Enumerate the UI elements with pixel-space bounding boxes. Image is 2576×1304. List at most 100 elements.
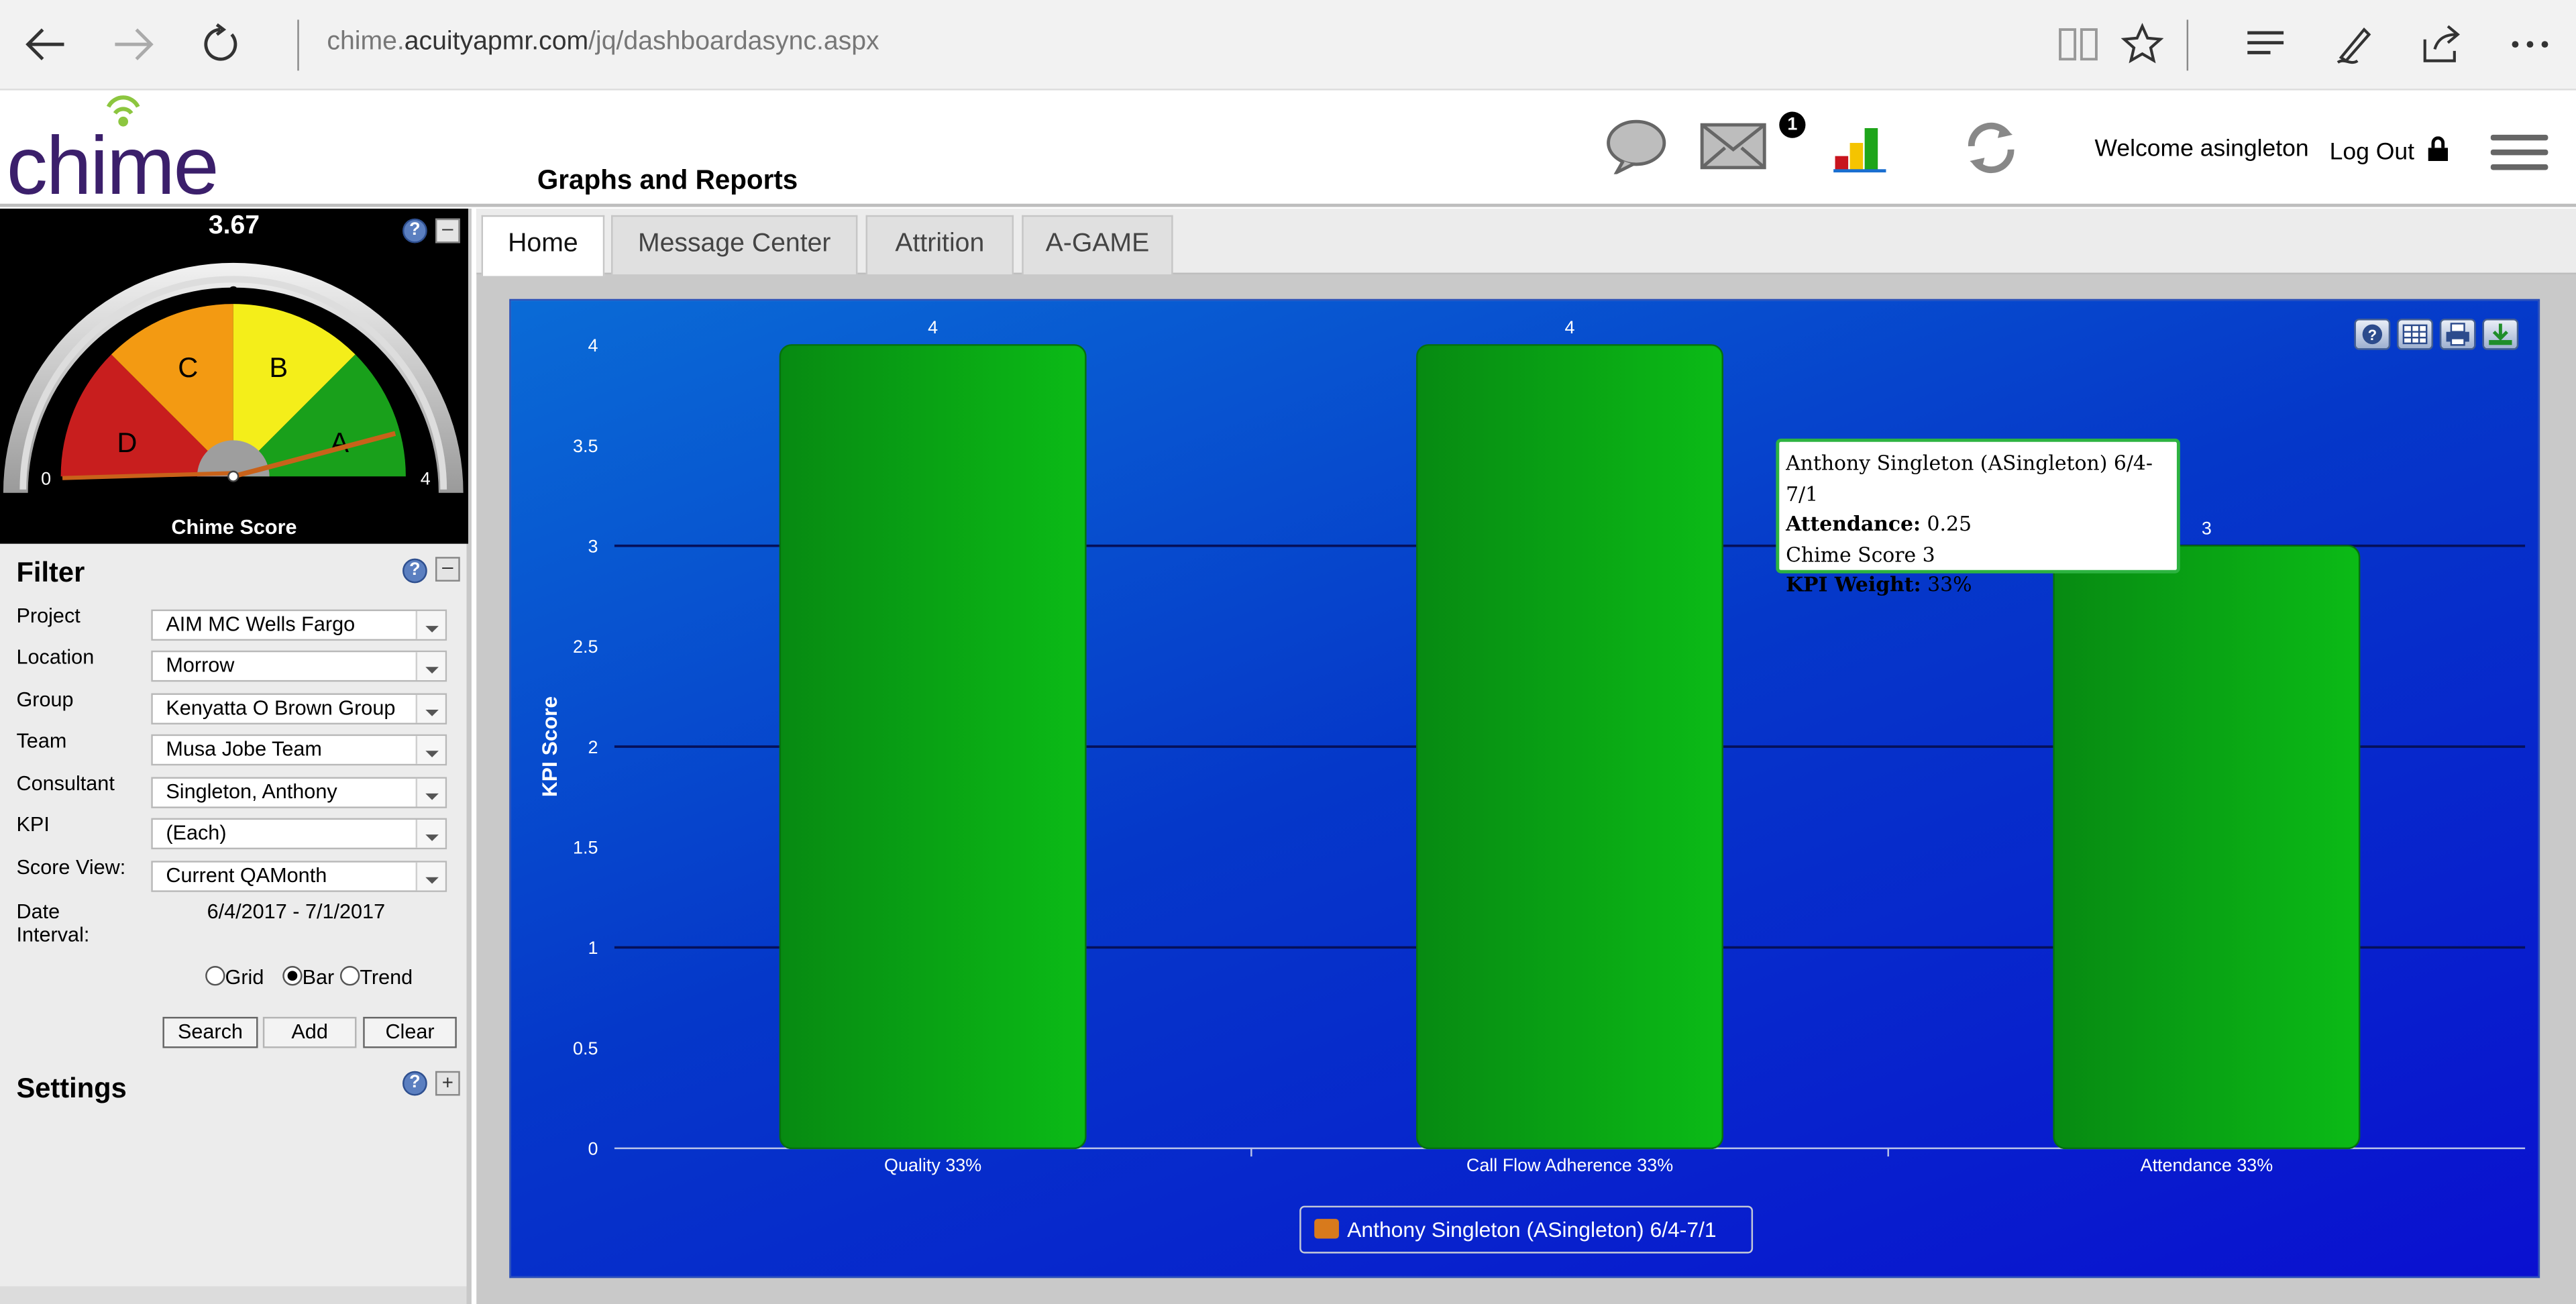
filter-title: Filter [16, 557, 85, 588]
chat-icon[interactable] [1603, 118, 1669, 174]
project-label: Project [16, 604, 80, 628]
chime-logo[interactable]: chime [7, 125, 219, 207]
view-grid-option[interactable]: Grid [205, 966, 264, 989]
project-select[interactable]: AIM MC Wells Fargo [151, 609, 447, 641]
gauge-dial: D C B A 0 1 2 3 4 [3, 262, 464, 493]
kpi-bar-chart: 0 0.5 1 1.5 2 2.5 3 3.5 4 KPI Score 4 Quality 33% 4 C… [509, 298, 2540, 1279]
chevron-down-icon[interactable] [415, 862, 445, 891]
bar-call-flow-adherence [1416, 344, 1724, 1150]
chart-help-icon[interactable]: ? [2354, 319, 2391, 350]
x-category-label: Attendance 33% [2141, 1155, 2273, 1175]
chart-download-icon[interactable] [2482, 319, 2519, 350]
chart-table-icon[interactable] [2397, 319, 2433, 350]
score-view-label: Score View: [16, 855, 126, 879]
svg-text:?: ? [2368, 327, 2377, 343]
search-button[interactable]: Search [162, 1016, 258, 1048]
y-tick-label: 4 [588, 335, 598, 356]
chevron-down-icon[interactable] [415, 736, 445, 764]
mail-badge: 1 [1779, 111, 1806, 138]
gauge-zone-label: B [269, 351, 288, 383]
sync-icon[interactable] [1962, 120, 2021, 176]
y-tick-label: 3.5 [573, 436, 598, 456]
group-label: Group [16, 688, 74, 712]
page-title: Graphs and Reports [537, 166, 798, 196]
gauge-tick-label: 2 [228, 283, 238, 303]
project-selected-value: AIM MC Wells Fargo [166, 612, 356, 636]
favorite-star-icon[interactable] [2112, 15, 2171, 74]
consultant-select[interactable]: Singleton, Anthony [151, 777, 447, 808]
bar-data-label: 4 [928, 317, 938, 337]
hub-icon[interactable] [2236, 15, 2295, 74]
more-icon[interactable] [2500, 15, 2559, 74]
welcome-text: Welcome asingleton [2094, 136, 2309, 163]
share-icon[interactable] [2412, 15, 2471, 74]
view-trend-option[interactable]: Trend [339, 966, 413, 989]
date-interval-value: 6/4/2017 - 7/1/2017 [207, 900, 386, 924]
tooltip-weight-label: KPI Weight: [1786, 573, 1921, 596]
y-tick-label: 2 [588, 737, 598, 757]
y-axis-title: KPI Score [537, 696, 561, 797]
view-bar-option[interactable]: Bar [282, 966, 334, 989]
chart-legend[interactable]: Anthony Singleton (ASingleton) 6/4-7/1 [1299, 1205, 1754, 1254]
consultant-selected-value: Singleton, Anthony [166, 780, 337, 804]
settings-expand-icon[interactable]: + [435, 1071, 460, 1096]
hamburger-menu-icon[interactable] [2490, 133, 2550, 172]
consultant-label: Consultant [16, 772, 115, 796]
mail-icon[interactable] [1699, 121, 1768, 170]
tab-attrition[interactable]: Attrition [865, 215, 1014, 274]
add-button[interactable]: Add [262, 1016, 357, 1048]
gauge-tick-label: 3 [360, 337, 370, 358]
filter-help-icon[interactable]: ? [402, 558, 427, 584]
chevron-down-icon[interactable] [415, 820, 445, 848]
bar-chart-icon[interactable] [1833, 123, 1889, 173]
tab-message-center[interactable]: Message Center [611, 215, 858, 274]
bar-radio[interactable] [282, 966, 303, 986]
address-bar[interactable]: chime.acuityapmr.com/jq/dashboardasync.a… [327, 28, 879, 58]
location-label: Location [16, 645, 95, 669]
y-tick-label: 1 [588, 938, 598, 958]
location-selected-value: Morrow [166, 653, 235, 677]
filter-collapse-icon[interactable]: – [435, 557, 460, 582]
refresh-icon[interactable] [191, 15, 250, 74]
chevron-down-icon[interactable] [415, 611, 445, 639]
score-view-select[interactable]: Current QAMonth [151, 861, 447, 892]
tooltip-weight-value: 33% [1927, 573, 1972, 596]
date-interval-label: Date Interval: [16, 900, 90, 946]
forward-icon[interactable] [103, 15, 162, 74]
group-selected-value: Kenyatta O Brown Group [166, 696, 396, 720]
gauge-pivot [227, 470, 239, 482]
x-category-label: Quality 33% [884, 1155, 981, 1175]
settings-help-icon[interactable]: ? [402, 1071, 427, 1096]
bar-attendance [2053, 545, 2361, 1150]
trend-radio[interactable] [339, 966, 360, 986]
x-category-label: Call Flow Adherence 33% [1466, 1155, 1673, 1175]
tooltip-attendance-label: Attendance: [1786, 512, 1921, 536]
web-note-icon[interactable] [2324, 15, 2383, 74]
settings-title: Settings [16, 1073, 127, 1104]
chevron-down-icon[interactable] [415, 694, 445, 723]
back-icon[interactable] [16, 15, 75, 74]
tab-bar: Home Message Center Attrition A-GAME [476, 209, 2576, 276]
gauge-tick-label: 0 [41, 468, 51, 488]
chart-print-icon[interactable] [2439, 319, 2476, 350]
team-select[interactable]: Musa Jobe Team [151, 734, 447, 766]
left-panel: 3.67 ? – DCBA01234 Chime Score Filter ? … [0, 209, 472, 1304]
location-select[interactable]: Morrow [151, 650, 447, 682]
tab-home[interactable]: Home [481, 215, 605, 276]
grid-radio[interactable] [205, 966, 225, 986]
y-tick-label: 0 [588, 1139, 598, 1159]
tab-a-game[interactable]: A-GAME [1022, 215, 1173, 274]
chevron-down-icon[interactable] [415, 652, 445, 680]
kpi-select[interactable]: (Each) [151, 818, 447, 850]
tooltip-attendance-value: 0.25 [1927, 512, 1972, 536]
logout-link[interactable]: Log Out [2330, 136, 2448, 166]
reading-view-icon[interactable] [2049, 15, 2108, 74]
legend-swatch [1314, 1219, 1339, 1239]
group-select[interactable]: Kenyatta O Brown Group [151, 693, 447, 725]
clear-button[interactable]: Clear [363, 1016, 457, 1048]
chart-canvas: 0 0.5 1 1.5 2 2.5 3 3.5 4 KPI Score 4 Quality 33% 4 C… [537, 317, 2526, 1175]
team-label: Team [16, 729, 67, 753]
horizontal-scrollbar[interactable] [0, 1286, 467, 1304]
chevron-down-icon[interactable] [415, 778, 445, 807]
gauge-tick-label: 4 [421, 468, 431, 488]
